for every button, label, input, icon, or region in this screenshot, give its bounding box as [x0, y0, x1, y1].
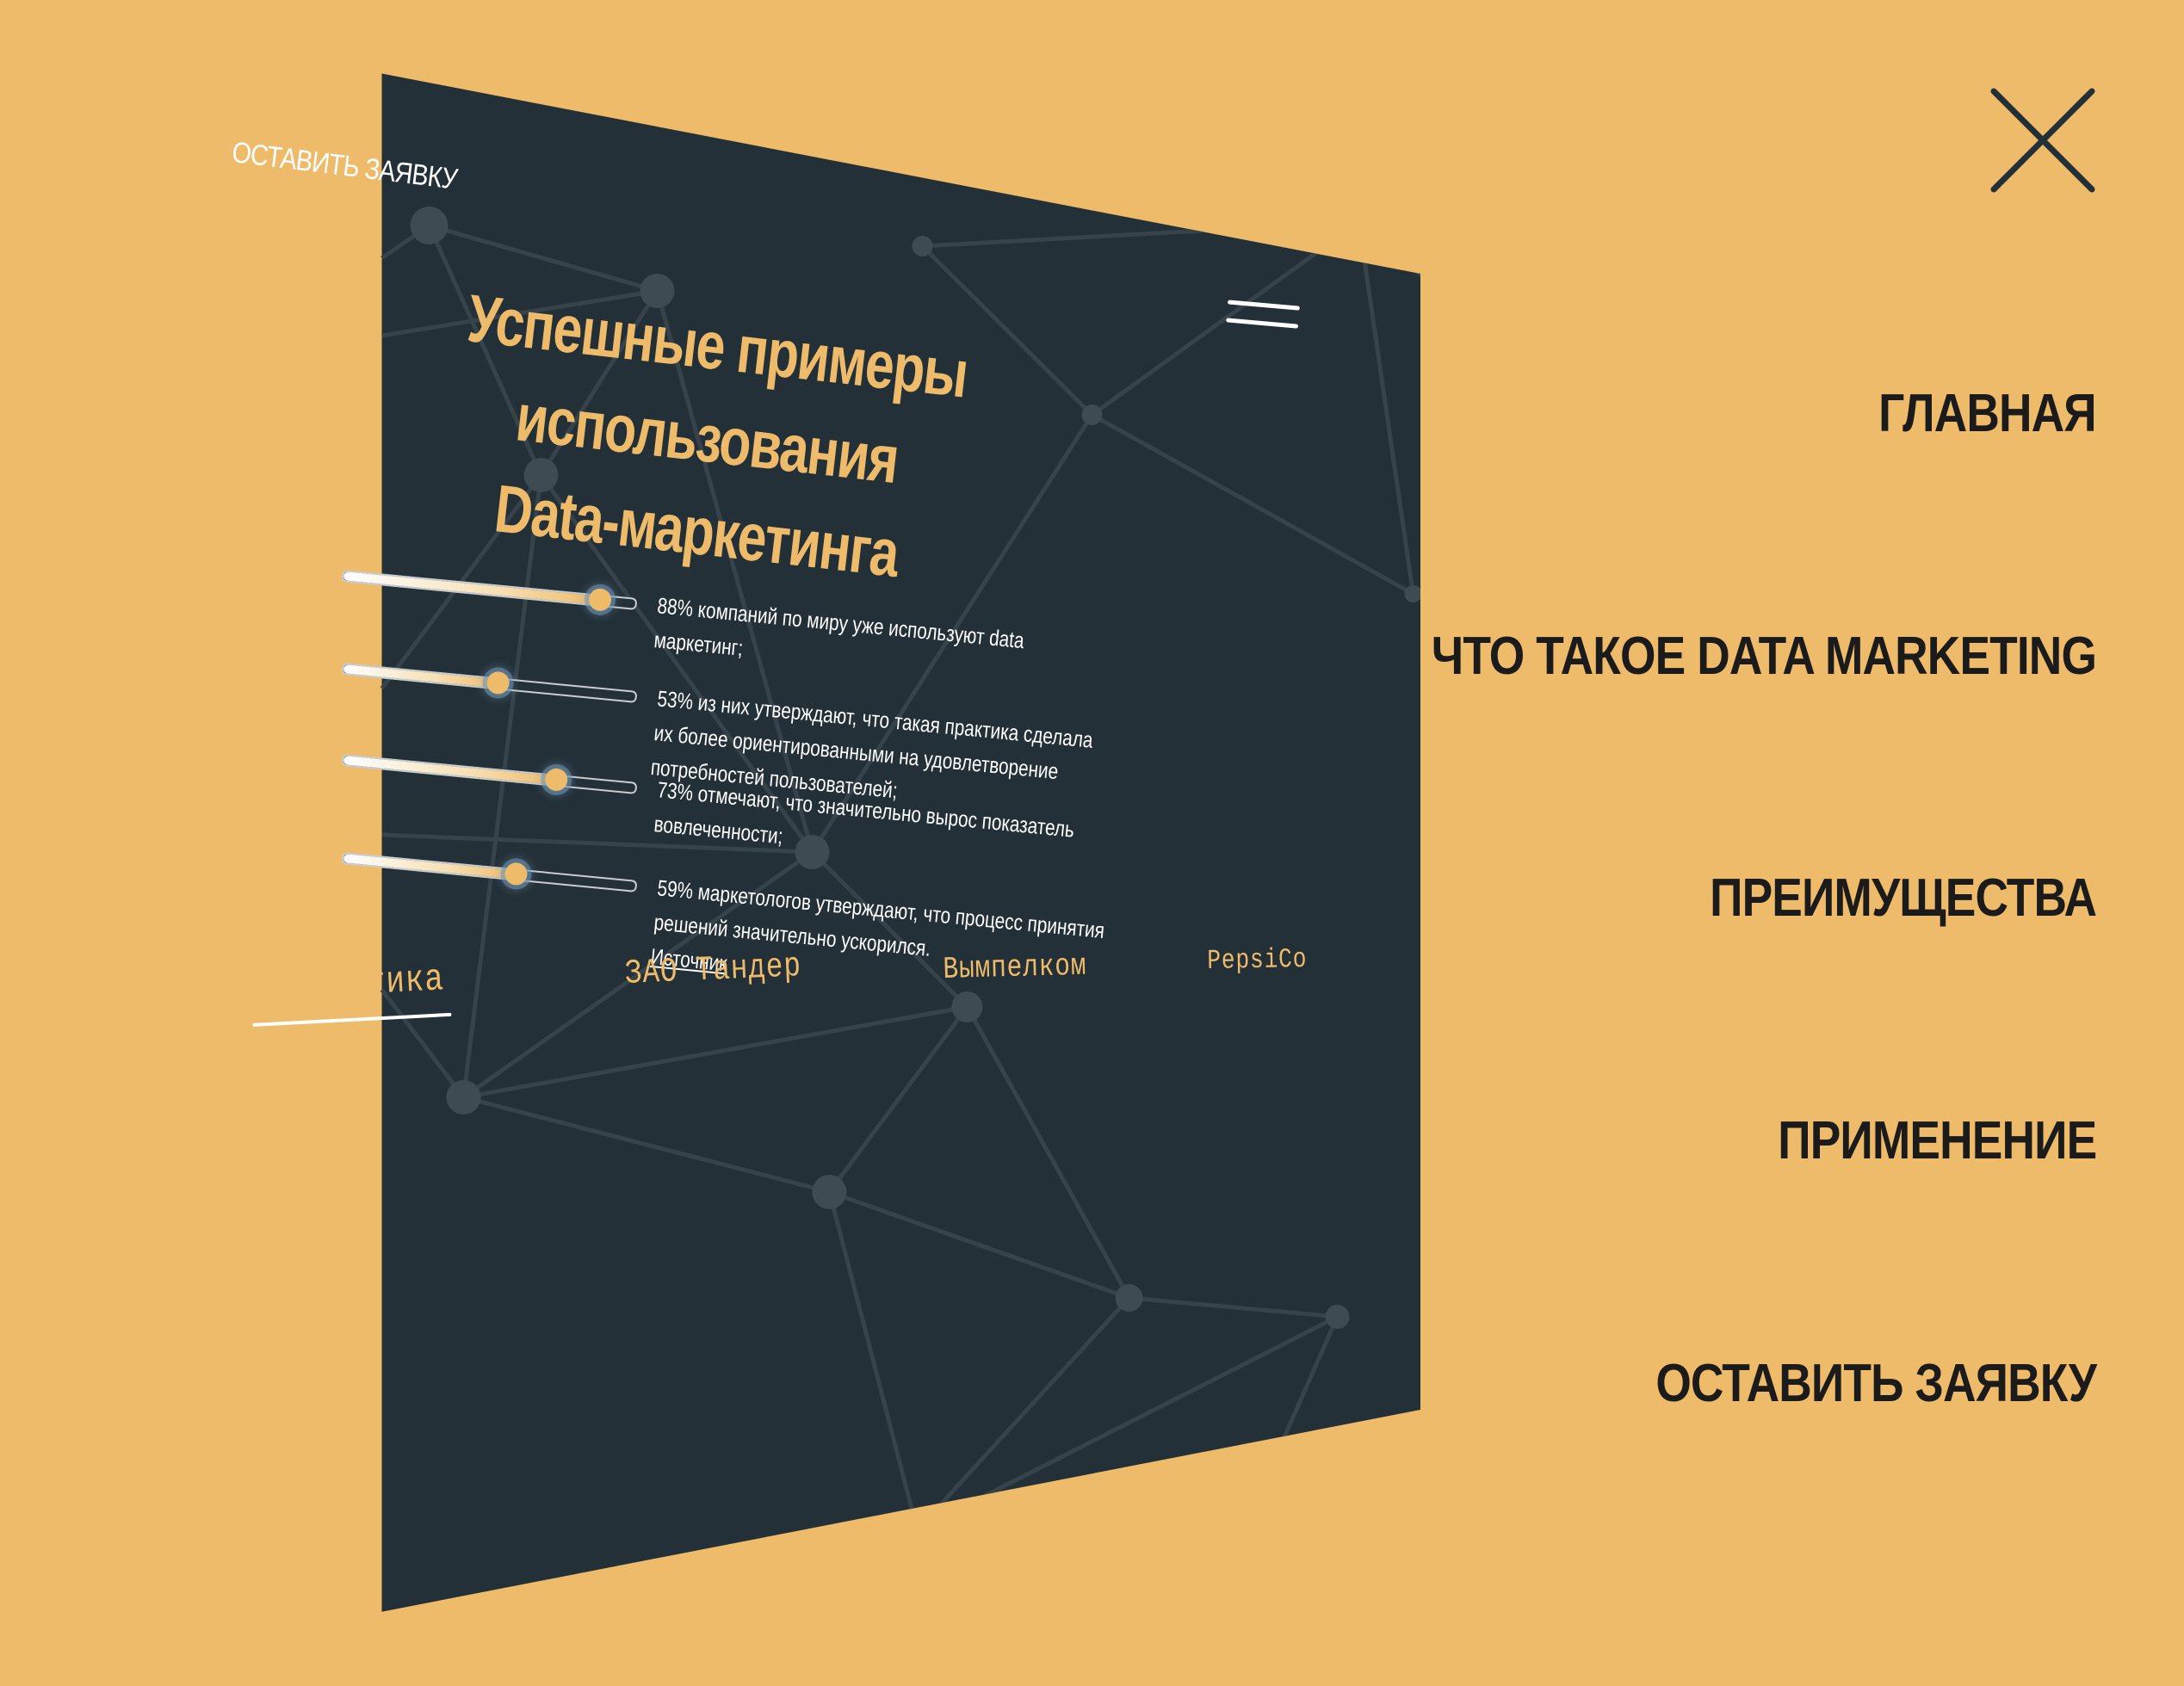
main-menu: ГЛАВНАЯ ЧТО ТАКОЕ DATA MARKETING ПРЕИМУЩ…	[1321, 0, 2097, 1686]
menu-item-application[interactable]: ПРИМЕНЕНИЕ	[1778, 1110, 2097, 1171]
page: ОСТАВИТЬ ЗАЯВКУ Успешные примеры использ…	[0, 0, 2184, 1686]
preview-panel: ОСТАВИТЬ ЗАЯВКУ Успешные примеры использ…	[0, 0, 1420, 1686]
hamburger-line	[1226, 318, 1299, 329]
menu-item-home[interactable]: ГЛАВНАЯ	[1878, 383, 2097, 444]
tab-tander[interactable]: ЗАО Тандер	[624, 948, 802, 994]
menu-item-advantages[interactable]: ПРЕИМУЩЕСТВА	[1710, 868, 2097, 929]
tab-pepsico[interactable]: PepsiCo	[1207, 943, 1308, 977]
tab-vimpelcom[interactable]: Вымпелком	[943, 948, 1087, 987]
menu-item-what-is-data-marketing[interactable]: ЧТО ТАКОЕ DATA MARKETING	[1432, 626, 2097, 687]
hamburger-icon[interactable]	[1224, 300, 1301, 349]
menu-item-apply[interactable]: ОСТАВИТЬ ЗАЯВКУ	[1655, 1353, 2097, 1414]
